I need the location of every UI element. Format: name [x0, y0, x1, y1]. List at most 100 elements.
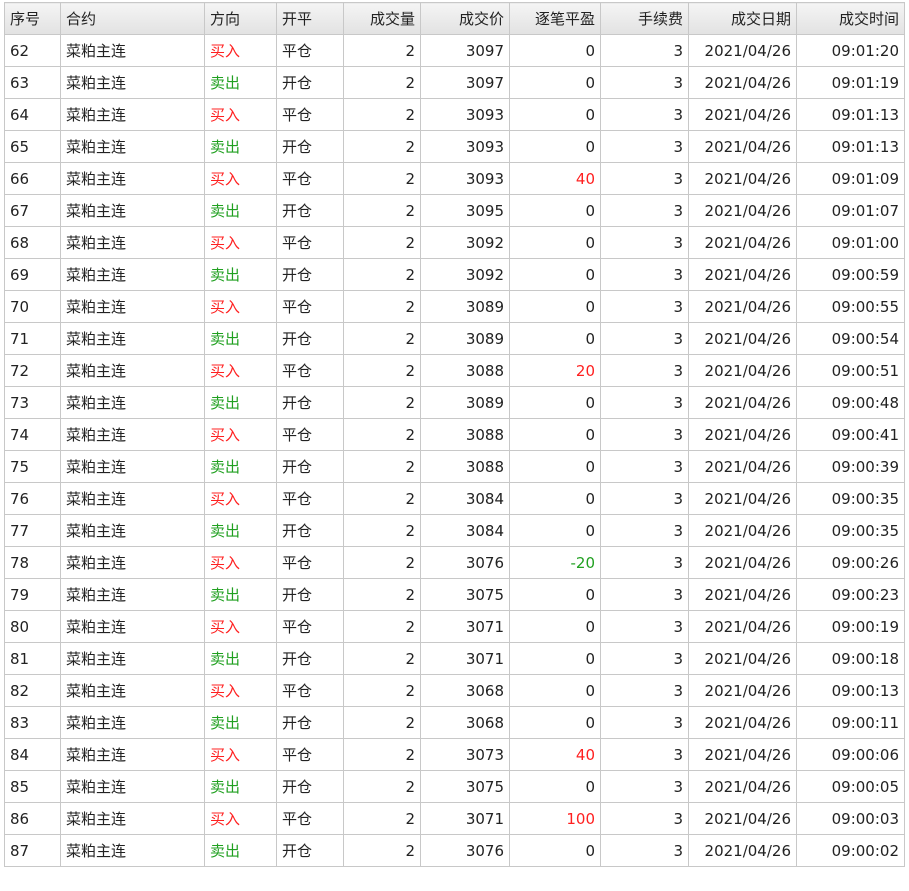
seq-cell: 87 — [4, 834, 61, 867]
trade-date-cell: 2021/04/26 — [688, 834, 797, 867]
volume-cell: 2 — [343, 770, 421, 803]
trade-date-cell: 2021/04/26 — [688, 674, 797, 707]
contract-cell: 菜粕主连 — [60, 418, 205, 451]
direction-cell: 买入 — [204, 162, 277, 195]
table-row[interactable]: 64 菜粕主连 买入 平仓 2 3093 0 3 2021/04/26 09:01:13 — [4, 98, 905, 131]
table-row[interactable]: 75 菜粕主连 卖出 开仓 2 3088 0 3 2021/04/26 09:00:39 — [4, 450, 905, 483]
trade-date-cell: 2021/04/26 — [688, 546, 797, 579]
close-profit-cell: 0 — [509, 418, 601, 451]
price-cell: 3097 — [420, 66, 510, 99]
contract-cell: 菜粕主连 — [60, 130, 205, 163]
volume-cell: 2 — [343, 482, 421, 515]
table-row[interactable]: 62 菜粕主连 买入 平仓 2 3097 0 3 2021/04/26 09:01:20 — [4, 34, 905, 67]
direction-cell: 卖出 — [204, 386, 277, 419]
column-header-price[interactable]: 成交价 — [420, 2, 510, 35]
table-row[interactable]: 68 菜粕主连 买入 平仓 2 3092 0 3 2021/04/26 09:01:00 — [4, 226, 905, 259]
table-row[interactable]: 87 菜粕主连 卖出 开仓 2 3076 0 3 2021/04/26 09:00:02 — [4, 834, 905, 867]
price-cell: 3089 — [420, 290, 510, 323]
table-row[interactable]: 72 菜粕主连 买入 平仓 2 3088 20 3 2021/04/26 09:00:51 — [4, 354, 905, 387]
close-profit-cell: 0 — [509, 834, 601, 867]
table-row[interactable]: 71 菜粕主连 卖出 开仓 2 3089 0 3 2021/04/26 09:00:54 — [4, 322, 905, 355]
table-row[interactable]: 70 菜粕主连 买入 平仓 2 3089 0 3 2021/04/26 09:00:55 — [4, 290, 905, 323]
seq-cell: 81 — [4, 642, 61, 675]
direction-cell: 买入 — [204, 98, 277, 131]
seq-cell: 85 — [4, 770, 61, 803]
trade-time-cell: 09:00:48 — [796, 386, 905, 419]
trade-date-cell: 2021/04/26 — [688, 98, 797, 131]
fee-cell: 3 — [600, 546, 689, 579]
column-header-volume[interactable]: 成交量 — [343, 2, 421, 35]
direction-cell: 买入 — [204, 34, 277, 67]
direction-cell: 卖出 — [204, 322, 277, 355]
column-header-fee[interactable]: 手续费 — [600, 2, 689, 35]
open-close-cell: 开仓 — [276, 258, 344, 291]
table-row[interactable]: 63 菜粕主连 卖出 开仓 2 3097 0 3 2021/04/26 09:01:19 — [4, 66, 905, 99]
seq-cell: 80 — [4, 610, 61, 643]
fee-cell: 3 — [600, 578, 689, 611]
seq-cell: 69 — [4, 258, 61, 291]
table-row[interactable]: 84 菜粕主连 买入 平仓 2 3073 40 3 2021/04/26 09:00:06 — [4, 738, 905, 771]
trade-time-cell: 09:01:00 — [796, 226, 905, 259]
column-header-contract[interactable]: 合约 — [60, 2, 205, 35]
contract-cell: 菜粕主连 — [60, 706, 205, 739]
column-header-trade-time[interactable]: 成交时间 — [796, 2, 905, 35]
table-row[interactable]: 66 菜粕主连 买入 平仓 2 3093 40 3 2021/04/26 09:01:09 — [4, 162, 905, 195]
contract-cell: 菜粕主连 — [60, 226, 205, 259]
column-header-direction[interactable]: 方向 — [204, 2, 277, 35]
table-row[interactable]: 86 菜粕主连 买入 平仓 2 3071 100 3 2021/04/26 09:00:03 — [4, 802, 905, 835]
open-close-cell: 平仓 — [276, 34, 344, 67]
price-cell: 3095 — [420, 194, 510, 227]
close-profit-cell: 0 — [509, 770, 601, 803]
close-profit-cell: 0 — [509, 674, 601, 707]
table-row[interactable]: 67 菜粕主连 卖出 开仓 2 3095 0 3 2021/04/26 09:01:07 — [4, 194, 905, 227]
table-row[interactable]: 85 菜粕主连 卖出 开仓 2 3075 0 3 2021/04/26 09:00:05 — [4, 770, 905, 803]
price-cell: 3093 — [420, 98, 510, 131]
table-row[interactable]: 65 菜粕主连 卖出 开仓 2 3093 0 3 2021/04/26 09:01:13 — [4, 130, 905, 163]
price-cell: 3075 — [420, 578, 510, 611]
direction-cell: 卖出 — [204, 130, 277, 163]
volume-cell: 2 — [343, 610, 421, 643]
seq-cell: 84 — [4, 738, 61, 771]
column-header-trade-date[interactable]: 成交日期 — [688, 2, 797, 35]
table-row[interactable]: 77 菜粕主连 卖出 开仓 2 3084 0 3 2021/04/26 09:00:35 — [4, 514, 905, 547]
table-row[interactable]: 78 菜粕主连 买入 平仓 2 3076 -20 3 2021/04/26 09:00:26 — [4, 546, 905, 579]
price-cell: 3093 — [420, 162, 510, 195]
trade-time-cell: 09:00:18 — [796, 642, 905, 675]
trade-date-cell: 2021/04/26 — [688, 34, 797, 67]
volume-cell: 2 — [343, 258, 421, 291]
table-row[interactable]: 79 菜粕主连 卖出 开仓 2 3075 0 3 2021/04/26 09:00:23 — [4, 578, 905, 611]
column-header-seq[interactable]: 序号 — [4, 2, 61, 35]
table-row[interactable]: 83 菜粕主连 卖出 开仓 2 3068 0 3 2021/04/26 09:00:11 — [4, 706, 905, 739]
table-row[interactable]: 82 菜粕主连 买入 平仓 2 3068 0 3 2021/04/26 09:00:13 — [4, 674, 905, 707]
price-cell: 3084 — [420, 482, 510, 515]
trade-date-cell: 2021/04/26 — [688, 738, 797, 771]
column-header-open-close[interactable]: 开平 — [276, 2, 344, 35]
direction-cell: 买入 — [204, 290, 277, 323]
table-row[interactable]: 76 菜粕主连 买入 平仓 2 3084 0 3 2021/04/26 09:00:35 — [4, 482, 905, 515]
open-close-cell: 平仓 — [276, 290, 344, 323]
open-close-cell: 开仓 — [276, 450, 344, 483]
trade-date-cell: 2021/04/26 — [688, 354, 797, 387]
contract-cell: 菜粕主连 — [60, 290, 205, 323]
fee-cell: 3 — [600, 322, 689, 355]
direction-cell: 买入 — [204, 354, 277, 387]
volume-cell: 2 — [343, 130, 421, 163]
fee-cell: 3 — [600, 98, 689, 131]
table-row[interactable]: 73 菜粕主连 卖出 开仓 2 3089 0 3 2021/04/26 09:00:48 — [4, 386, 905, 419]
volume-cell: 2 — [343, 802, 421, 835]
direction-cell: 买入 — [204, 418, 277, 451]
volume-cell: 2 — [343, 66, 421, 99]
table-row[interactable]: 74 菜粕主连 买入 平仓 2 3088 0 3 2021/04/26 09:00:41 — [4, 418, 905, 451]
table-row[interactable]: 81 菜粕主连 卖出 开仓 2 3071 0 3 2021/04/26 09:00:18 — [4, 642, 905, 675]
volume-cell: 2 — [343, 674, 421, 707]
column-header-close-profit[interactable]: 逐笔平盈 — [509, 2, 601, 35]
fee-cell: 3 — [600, 66, 689, 99]
direction-cell: 买入 — [204, 546, 277, 579]
table-row[interactable]: 69 菜粕主连 卖出 开仓 2 3092 0 3 2021/04/26 09:00:59 — [4, 258, 905, 291]
close-profit-cell: 0 — [509, 258, 601, 291]
trade-date-cell: 2021/04/26 — [688, 386, 797, 419]
table-row[interactable]: 80 菜粕主连 买入 平仓 2 3071 0 3 2021/04/26 09:00:19 — [4, 610, 905, 643]
open-close-cell: 开仓 — [276, 322, 344, 355]
direction-cell: 卖出 — [204, 578, 277, 611]
seq-cell: 77 — [4, 514, 61, 547]
